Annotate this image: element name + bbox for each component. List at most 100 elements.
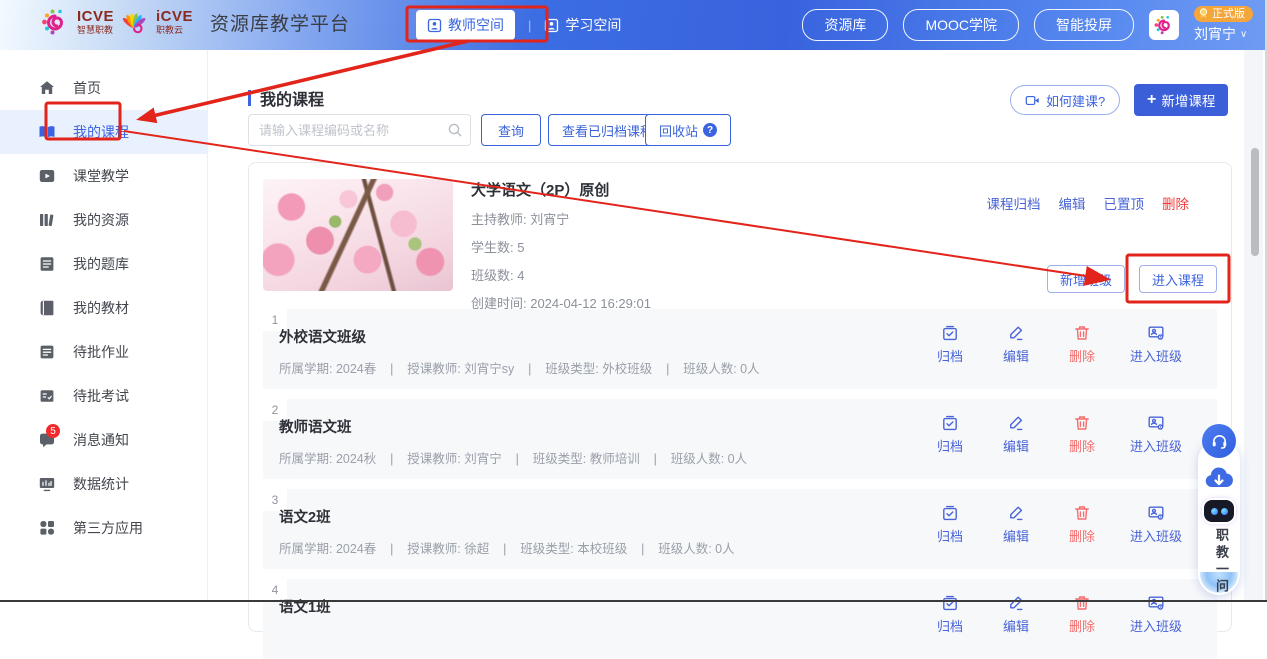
zhijiaoyun-logo-text: iCVE 职教云 xyxy=(156,9,193,35)
resource-library-button[interactable]: 资源库 xyxy=(802,9,888,41)
class-row: 3 语文2班 所属学期: 2024春 | 授课教师: 徐超 | 班级类型: 本校… xyxy=(263,489,1217,569)
scrollbar-thumb[interactable] xyxy=(1251,148,1259,256)
space-tabs: 教师空间 | 学习空间 xyxy=(416,0,621,50)
app-grid-icon xyxy=(38,519,56,537)
pencil-icon xyxy=(1007,324,1025,342)
edit-class-button[interactable]: 编辑 xyxy=(985,504,1047,545)
home-icon xyxy=(38,79,56,97)
course-pinned-link[interactable]: 已置顶 xyxy=(1104,193,1145,213)
assistant-vertical-label[interactable]: 职教一问 xyxy=(1207,528,1231,596)
sidebar-item-notifications[interactable]: 5 消息通知 xyxy=(0,418,207,462)
class-title: 外校语文班级 xyxy=(279,326,366,347)
title-accent-bar xyxy=(248,90,251,106)
query-button[interactable]: 查询 xyxy=(481,114,541,146)
exam-document-icon xyxy=(38,387,56,405)
sidebar-item-third-party-apps[interactable]: 第三方应用 xyxy=(0,506,207,550)
sidebar: 首页 我的课程 课堂教学 我的资源 我的题库 我的教材 待批作业 待批考试 xyxy=(0,50,208,602)
delete-class-button[interactable]: 删除 xyxy=(1051,324,1113,365)
trash-icon xyxy=(1073,414,1091,432)
delete-class-button[interactable]: 删除 xyxy=(1051,504,1113,545)
course-archive-link[interactable]: 课程归档 xyxy=(987,193,1041,213)
course-search-input[interactable] xyxy=(248,114,471,146)
pencil-icon xyxy=(1007,594,1025,612)
recycle-bin-button[interactable]: 回收站 ? xyxy=(645,114,731,146)
teacher-space-icon xyxy=(427,18,442,33)
edit-class-button[interactable]: 编辑 xyxy=(985,414,1047,455)
page-title: 我的课程 xyxy=(248,86,324,110)
trash-icon xyxy=(1073,504,1091,522)
help-icon: ? xyxy=(703,123,717,137)
textbook-icon xyxy=(38,299,56,317)
screen-enter-icon xyxy=(1147,414,1165,432)
sidebar-item-classroom-teaching[interactable]: 课堂教学 xyxy=(0,154,207,198)
screen-enter-icon xyxy=(1147,594,1165,612)
screen-enter-icon xyxy=(1147,324,1165,342)
user-block: 正式版 刘宵宁 ∨ xyxy=(1194,6,1253,44)
sidebar-item-statistics[interactable]: 数据统计 xyxy=(0,462,207,506)
class-row: 4 语文1班 归档 编辑 删除 进入班级 xyxy=(263,579,1217,659)
enter-class-button[interactable]: 进入班级 xyxy=(1117,324,1195,365)
archive-class-button[interactable]: 归档 xyxy=(919,414,981,455)
archive-class-button[interactable]: 归档 xyxy=(919,504,981,545)
robot-face-icon[interactable] xyxy=(1204,500,1234,522)
screen-enter-icon xyxy=(1147,504,1165,522)
class-title: 教师语文班 xyxy=(279,416,352,437)
sidebar-item-pending-homework[interactable]: 待批作业 xyxy=(0,330,207,374)
homework-document-icon xyxy=(38,343,56,361)
open-book-icon xyxy=(38,123,56,141)
smart-screencast-button[interactable]: 智能投屏 xyxy=(1034,9,1134,41)
course-buttons: 新增班级 进入课程 xyxy=(1047,265,1217,293)
trash-icon xyxy=(1073,594,1091,612)
pencil-icon xyxy=(1007,504,1025,522)
class-row-actions: 归档 编辑 删除 进入班级 xyxy=(919,324,1195,365)
class-meta: 所属学期: 2024春 | 授课教师: 刘宵宁sy | 班级类型: 外校班级 |… xyxy=(279,358,760,377)
archive-class-button[interactable]: 归档 xyxy=(919,324,981,365)
enter-course-button[interactable]: 进入课程 xyxy=(1139,265,1217,293)
archive-box-icon xyxy=(941,504,959,522)
icve-zhihuizhijiao-logo-icon xyxy=(40,7,70,37)
tab-divider: | xyxy=(528,18,531,33)
enter-class-button[interactable]: 进入班级 xyxy=(1117,414,1195,455)
sidebar-item-my-courses[interactable]: 我的课程 xyxy=(0,110,207,154)
learning-space-icon xyxy=(544,18,559,33)
download-button[interactable] xyxy=(1202,462,1236,496)
monitor-chart-icon xyxy=(38,475,56,493)
sidebar-item-pending-exams[interactable]: 待批考试 xyxy=(0,374,207,418)
sidebar-item-question-bank[interactable]: 我的题库 xyxy=(0,242,207,286)
tab-teacher-space[interactable]: 教师空间 xyxy=(416,10,515,40)
edit-class-button[interactable]: 编辑 xyxy=(985,324,1047,365)
user-menu[interactable]: 刘宵宁 ∨ xyxy=(1194,24,1247,44)
tab-learning-space[interactable]: 学习空间 xyxy=(544,15,621,35)
list-document-icon xyxy=(38,255,56,273)
sidebar-item-home[interactable]: 首页 xyxy=(0,66,207,110)
archive-box-icon xyxy=(941,594,959,612)
how-to-create-course-button[interactable]: 如何建课? xyxy=(1010,85,1120,115)
course-delete-link[interactable]: 删除 xyxy=(1162,193,1189,213)
trash-icon xyxy=(1073,324,1091,342)
add-class-button[interactable]: 新增班级 xyxy=(1047,265,1125,293)
app-avatar[interactable] xyxy=(1149,10,1179,40)
chevron-down-icon: ∨ xyxy=(1240,29,1247,40)
class-row: 1 外校语文班级 所属学期: 2024春 | 授课教师: 刘宵宁sy | 班级类… xyxy=(263,309,1217,389)
app-header: ICVE 智慧职教 iCVE 职教云 资源库教学平台 xyxy=(0,0,1267,50)
mooc-college-button[interactable]: MOOC学院 xyxy=(903,9,1019,41)
course-cover-image xyxy=(263,179,453,291)
books-icon xyxy=(38,211,56,229)
medal-icon xyxy=(1197,7,1210,20)
scrollbar-track[interactable] xyxy=(1244,50,1263,600)
pencil-icon xyxy=(1007,414,1025,432)
class-row-actions: 归档 编辑 删除 进入班级 xyxy=(919,504,1195,545)
course-edit-link[interactable]: 编辑 xyxy=(1059,193,1086,213)
cloud-download-icon xyxy=(1203,463,1235,495)
archive-box-icon xyxy=(941,414,959,432)
delete-class-button[interactable]: 删除 xyxy=(1051,414,1113,455)
enter-class-button[interactable]: 进入班级 xyxy=(1117,504,1195,545)
customer-service-button[interactable] xyxy=(1202,424,1236,458)
sidebar-item-textbooks[interactable]: 我的教材 xyxy=(0,286,207,330)
add-course-button[interactable]: + 新增课程 xyxy=(1134,84,1228,116)
archive-box-icon xyxy=(941,324,959,342)
sidebar-item-my-resources[interactable]: 我的资源 xyxy=(0,198,207,242)
icve-logo-text: ICVE 智慧职教 xyxy=(77,9,114,35)
platform-title: 资源库教学平台 xyxy=(210,9,350,36)
class-meta: 所属学期: 2024春 | 授课教师: 徐超 | 班级类型: 本校班级 | 班级… xyxy=(279,538,735,557)
